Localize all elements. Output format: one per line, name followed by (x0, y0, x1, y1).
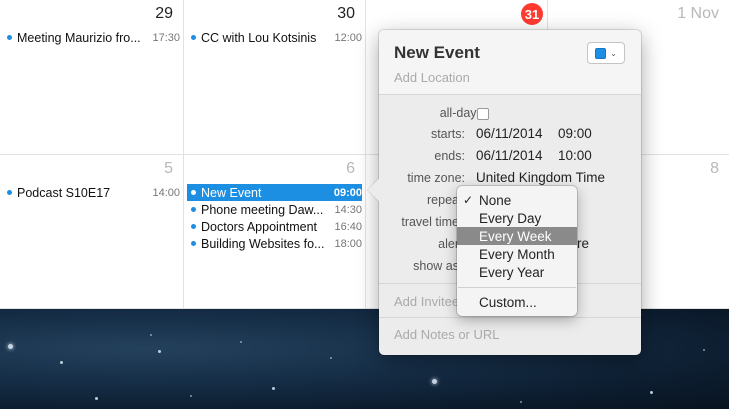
day-cell-6[interactable]: 6 New Event 09:00 Phone meeting Daw... 1… (184, 155, 366, 309)
calendar-event[interactable]: Meeting Maurizio fro... 17:30 (3, 29, 180, 46)
event-dot-icon (191, 224, 196, 229)
add-invitee-field[interactable]: Add Invitee (394, 294, 459, 309)
starts-date-field[interactable]: 06/11/2014 (476, 126, 543, 141)
event-time: 14:30 (334, 203, 362, 216)
menu-item-every-week[interactable]: Every Week (457, 227, 577, 245)
event-time: 14:00 (152, 186, 180, 199)
event-dot-icon (191, 207, 196, 212)
ends-label: ends: (434, 149, 465, 163)
menu-item-none[interactable]: ✓ None (457, 191, 577, 209)
event-title: CC with Lou Kotsinis (201, 30, 317, 45)
star (158, 350, 161, 353)
star (190, 395, 192, 397)
calendar-event[interactable]: Doctors Appointment 16:40 (187, 218, 362, 235)
day-number: 8 (710, 160, 719, 177)
all-day-label: all-day: (439, 106, 480, 120)
day-number: 29 (155, 5, 173, 22)
repeat-label: repea (427, 193, 459, 207)
menu-item-label: Every Year (479, 264, 545, 280)
event-time: 16:40 (334, 220, 362, 233)
event-time: 18:00 (334, 237, 362, 250)
menu-item-every-day[interactable]: Every Day (457, 209, 577, 227)
ends-time-field[interactable]: 10:00 (558, 148, 592, 163)
menu-item-every-month[interactable]: Every Month (457, 245, 577, 263)
star (240, 341, 242, 343)
starts-label: starts: (430, 127, 465, 141)
day-number: 5 (164, 160, 173, 177)
event-dot-icon (191, 190, 196, 195)
event-time: 17:30 (152, 31, 180, 44)
calendar-event-selected[interactable]: New Event 09:00 (187, 184, 362, 201)
calendar-color-picker[interactable]: ⌄ (587, 42, 625, 64)
calendar-event[interactable]: CC with Lou Kotsinis 12:00 (187, 29, 362, 46)
star (650, 391, 653, 394)
popover-header: New Event Add Location ⌄ (379, 30, 641, 95)
checkmark-icon: ✓ (462, 193, 474, 207)
today-badge: 31 (521, 3, 543, 25)
event-title: Phone meeting Daw... (201, 202, 324, 217)
alert-label: aler (438, 237, 459, 251)
menu-item-label: Custom... (479, 294, 537, 310)
all-day-checkbox[interactable] (477, 108, 489, 120)
color-swatch-icon (595, 47, 607, 59)
timezone-label: time zone: (407, 171, 465, 185)
event-title: Building Websites fo... (201, 236, 325, 251)
calendar-event[interactable]: Podcast S10E17 14:00 (3, 184, 180, 201)
event-dot-icon (191, 35, 196, 40)
star (150, 334, 152, 336)
day-cell-29[interactable]: 29 Meeting Maurizio fro... 17:30 (0, 0, 184, 155)
star (330, 357, 332, 359)
star (95, 397, 98, 400)
star (432, 379, 437, 384)
ends-date-field[interactable]: 06/11/2014 (476, 148, 543, 163)
day-number: 1 Nov (677, 5, 719, 22)
calendar-event[interactable]: Phone meeting Daw... 14:30 (187, 201, 362, 218)
day-cell-5[interactable]: 5 Podcast S10E17 14:00 (0, 155, 184, 309)
menu-item-label: None (479, 192, 512, 208)
starts-time-field[interactable]: 09:00 (558, 126, 592, 141)
star (272, 387, 275, 390)
menu-item-label: Every Month (479, 246, 555, 262)
star (520, 401, 522, 403)
calendar-event[interactable]: Building Websites fo... 18:00 (187, 235, 362, 252)
menu-item-every-year[interactable]: Every Year (457, 263, 577, 281)
repeat-dropdown-menu: ✓ None Every Day Every Week Every Month … (457, 186, 577, 316)
star (60, 361, 63, 364)
menu-item-label: Every Week (479, 228, 552, 244)
event-title: Doctors Appointment (201, 219, 318, 234)
event-dot-icon (7, 190, 12, 195)
event-time: 09:00 (333, 186, 362, 199)
day-number: 6 (346, 160, 355, 177)
divider (379, 317, 641, 318)
alert-value[interactable]: re (577, 236, 589, 251)
star (703, 349, 705, 351)
timezone-field[interactable]: United Kingdom Time (476, 170, 605, 185)
event-dot-icon (7, 35, 12, 40)
add-notes-field[interactable]: Add Notes or URL (394, 327, 500, 342)
day-cell-30[interactable]: 30 CC with Lou Kotsinis 12:00 (184, 0, 366, 155)
menu-item-label: Every Day (479, 210, 542, 226)
day-number: 30 (337, 5, 355, 22)
travel-time-label: travel time (401, 215, 459, 229)
event-title: Podcast S10E17 (17, 185, 111, 200)
show-as-label: show as (413, 259, 459, 273)
menu-separator (458, 287, 576, 288)
chevron-down-icon: ⌄ (610, 48, 617, 58)
event-time: 12:00 (334, 31, 362, 44)
event-title: Meeting Maurizio fro... (17, 30, 141, 45)
star (8, 344, 13, 349)
menu-item-custom[interactable]: Custom... (457, 293, 577, 311)
event-title-field[interactable]: New Event (394, 43, 480, 63)
event-title: New Event (201, 185, 262, 200)
location-field[interactable]: Add Location (394, 70, 470, 85)
event-dot-icon (191, 241, 196, 246)
